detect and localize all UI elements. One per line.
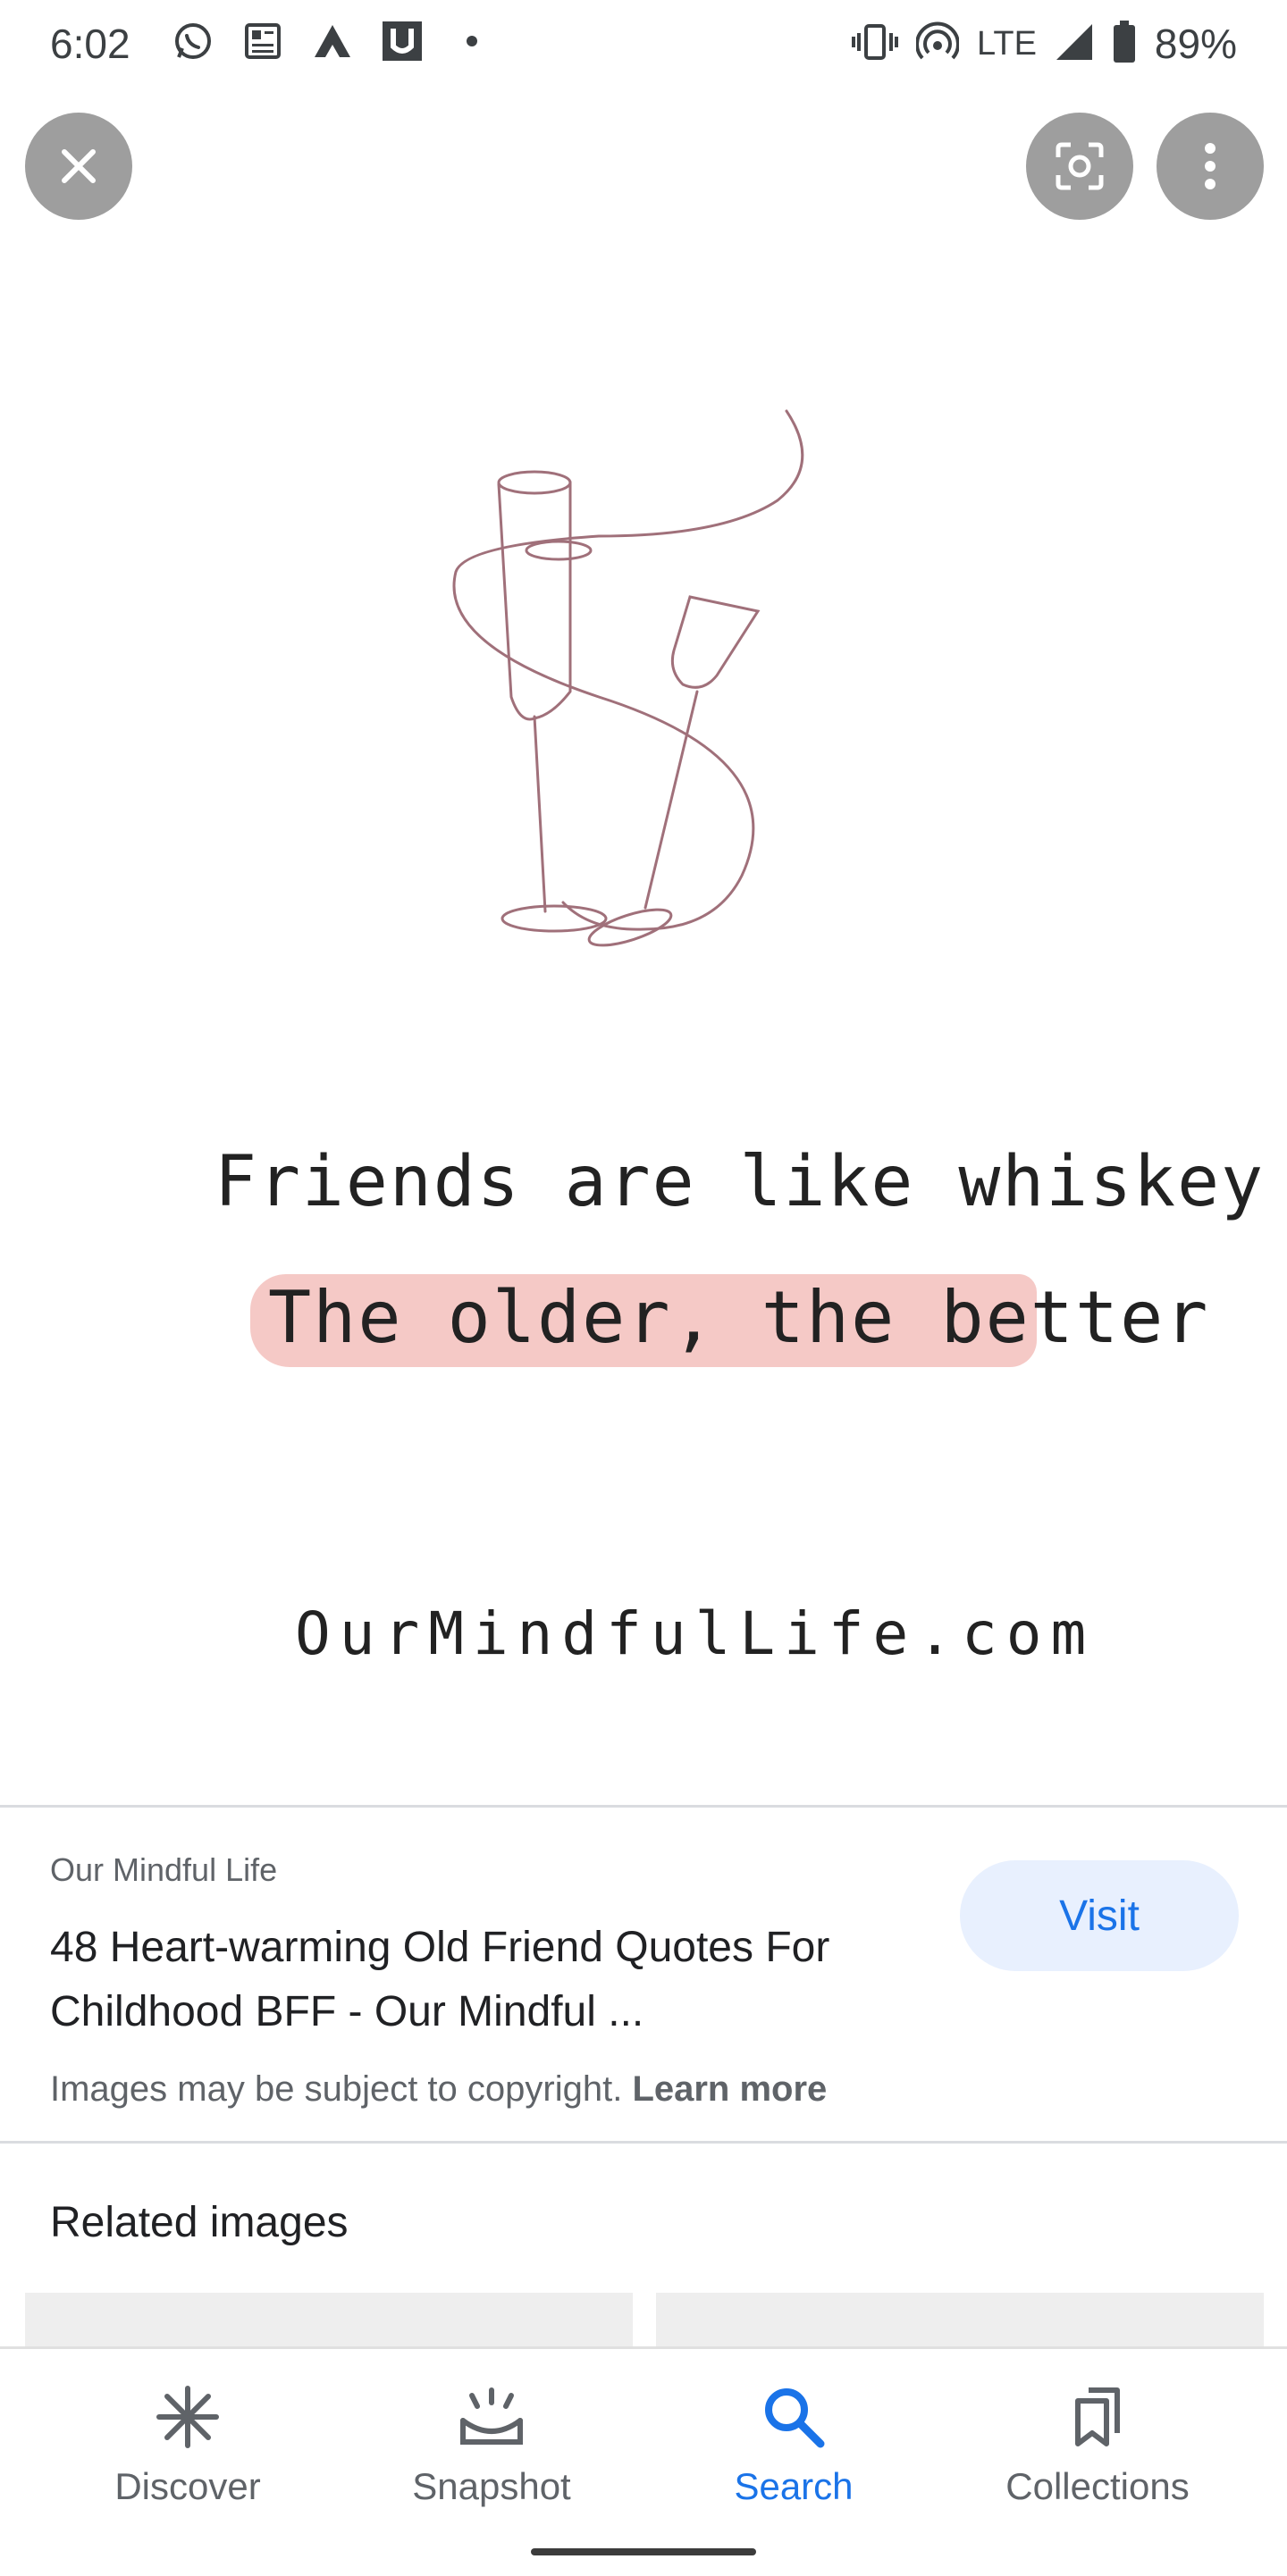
quote-line-2: The older, the better [268,1276,1210,1359]
lens-search-button[interactable] [1026,113,1133,220]
bottom-navigation: Discover Snapshot Search Collections [0,2346,1287,2576]
vibrate-icon [852,22,899,66]
close-button[interactable] [25,113,132,220]
signal-icon [1055,22,1094,66]
image-site-watermark: OurMindfulLife.com [295,1599,1096,1668]
nav-discover[interactable]: Discover [45,2381,331,2508]
notification-icons [170,18,495,64]
learn-more-link[interactable]: Learn more [632,2069,827,2109]
nav-search[interactable]: Search [651,2381,937,2508]
divider-related [0,2141,1287,2144]
nav-snapshot[interactable]: Snapshot [349,2381,635,2508]
asterisk-icon [152,2381,223,2453]
battery-percent: 89% [1154,21,1237,67]
status-bar: 6:02 LTE 89% [0,0,1287,89]
nav-label: Snapshot [412,2465,571,2507]
more-options-button[interactable] [1157,113,1264,220]
divider-top [0,1805,1287,1808]
wine-glasses-illustration [452,409,804,947]
home-indicator[interactable] [531,2548,756,2555]
nav-label: Collections [1005,2465,1190,2507]
related-images-heading: Related images [50,2199,349,2246]
news-icon [240,18,286,64]
source-name[interactable]: Our Mindful Life [50,1851,277,1889]
result-title[interactable]: 48 Heart-warming Old Friend Quotes For C… [50,1916,944,2044]
u-app-icon [379,18,425,64]
copyright-notice: Images may be subject to copyright. Lear… [50,2069,827,2110]
close-icon [62,149,96,183]
search-icon [758,2381,829,2453]
hotspot-icon [915,21,961,68]
related-image-thumbnail[interactable] [25,2293,633,2346]
status-right: LTE 89% [852,20,1237,68]
related-image-thumbnail[interactable] [656,2293,1264,2346]
snapshot-icon [456,2381,527,2453]
more-vert-icon [1205,143,1216,189]
arc-icon [309,18,356,64]
status-time: 6:02 [50,21,130,67]
bookmark-icon [1062,2381,1133,2453]
visit-button[interactable]: Visit [960,1860,1239,1971]
copyright-text: Images may be subject to copyright. [50,2069,623,2109]
nav-label: Discover [114,2465,261,2507]
quote-line-1: Friends are like whiskey [214,1142,1266,1222]
network-type: LTE [977,24,1037,63]
battery-icon [1112,20,1137,68]
nav-collections[interactable]: Collections [955,2381,1241,2508]
whatsapp-icon [170,18,216,64]
dot-icon [449,18,495,64]
nav-label: Search [734,2465,854,2507]
lens-icon [1056,142,1104,190]
